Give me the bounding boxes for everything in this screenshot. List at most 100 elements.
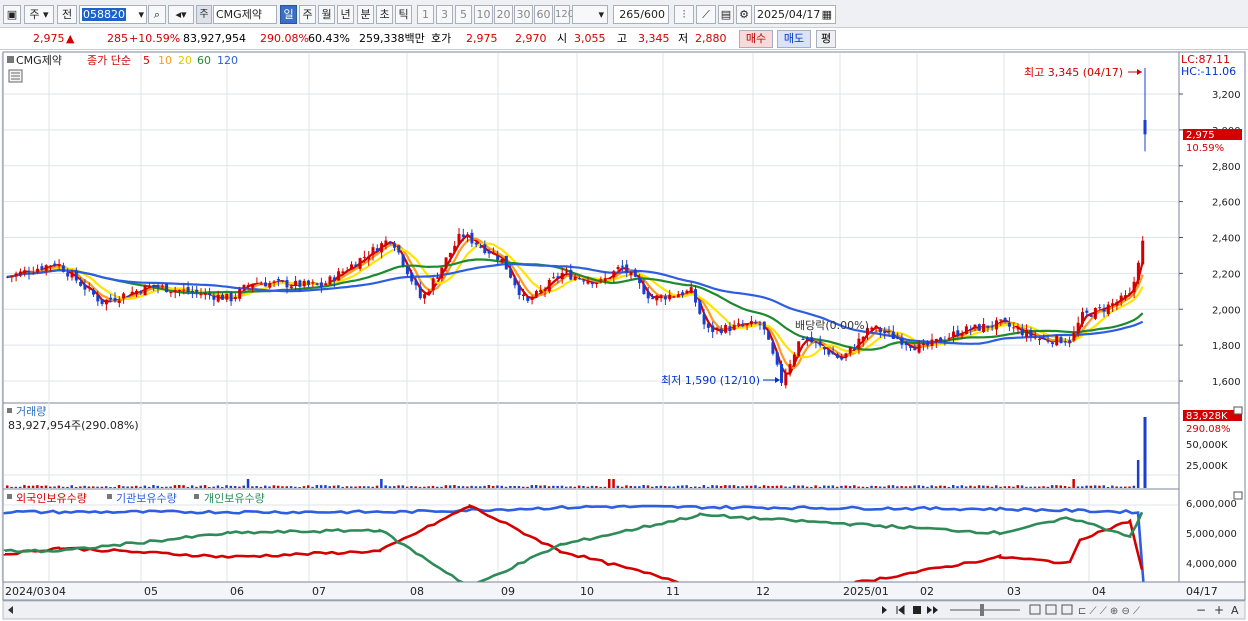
candle-body bbox=[694, 289, 697, 303]
candle-body bbox=[195, 289, 199, 293]
gear-icon[interactable]: ⚙ bbox=[736, 5, 752, 24]
candle-body bbox=[767, 331, 771, 340]
save-icon[interactable]: ▤ bbox=[718, 5, 734, 24]
volume-panel-close-icon[interactable] bbox=[1233, 406, 1243, 415]
volume-bar bbox=[500, 485, 503, 488]
bottom-scrollbar[interactable] bbox=[2, 600, 1246, 620]
font-size-icon[interactable]: A bbox=[1231, 604, 1239, 617]
volume-bar bbox=[565, 486, 568, 488]
candle-body bbox=[315, 283, 319, 285]
volume-bar bbox=[160, 486, 164, 488]
buy-button[interactable]: 매수 bbox=[739, 30, 773, 48]
prev-button[interactable]: 전 bbox=[57, 5, 77, 24]
volume-bar bbox=[487, 485, 491, 488]
x-axis-label: 2024/03 bbox=[5, 585, 51, 598]
candle-body bbox=[500, 258, 504, 263]
volume-bar bbox=[1016, 485, 1019, 488]
interval-30-button[interactable]: 30 bbox=[514, 5, 533, 24]
candle-body bbox=[307, 280, 310, 285]
period-minute-tab[interactable]: 분 bbox=[357, 5, 374, 24]
candle-body bbox=[350, 264, 353, 270]
candle-body bbox=[405, 266, 409, 275]
candle-body bbox=[921, 343, 925, 345]
stop-icon[interactable] bbox=[913, 606, 921, 614]
candle-body bbox=[135, 290, 138, 295]
volume-bar bbox=[573, 486, 577, 488]
volume-bar bbox=[18, 486, 22, 488]
quote-bar: 2,975 ▲ 285 +10.59% 83,927,954 290.08% 6… bbox=[0, 28, 1248, 50]
interval-5-button[interactable]: 5 bbox=[455, 5, 472, 24]
period-week-tab[interactable]: 주 bbox=[299, 5, 316, 24]
period-second-tab[interactable]: 초 bbox=[376, 5, 393, 24]
candle-body bbox=[801, 338, 805, 340]
period-day-tab[interactable]: 일 bbox=[280, 5, 297, 24]
period-month-tab[interactable]: 월 bbox=[318, 5, 335, 24]
volume-bar bbox=[1098, 485, 1101, 488]
zoom-in-icon[interactable]: + bbox=[1214, 603, 1224, 617]
interval-3-button[interactable]: 3 bbox=[436, 5, 453, 24]
volume-bar bbox=[130, 486, 134, 488]
candle-body bbox=[534, 291, 538, 297]
volume-bar bbox=[620, 486, 624, 488]
sell-button[interactable]: 매도 bbox=[777, 30, 811, 48]
data-count-input[interactable]: 265/600 bbox=[613, 5, 669, 24]
volume-bar bbox=[952, 485, 955, 488]
stock-code-input[interactable]: 058820 ▾ bbox=[79, 5, 147, 24]
candle-body bbox=[70, 272, 74, 278]
eval-button[interactable]: 평 bbox=[816, 30, 836, 48]
holding-panel-close-icon[interactable] bbox=[1233, 491, 1243, 500]
interval-20-button[interactable]: 20 bbox=[494, 5, 513, 24]
stock-chart[interactable]: CMG제약 종가 단순 5 10 20 60 120 최고 3,345 (04/… bbox=[0, 51, 1248, 621]
volume-bar bbox=[711, 485, 714, 488]
volume-bar bbox=[311, 486, 314, 488]
volume-bar bbox=[651, 486, 654, 488]
volume-bar bbox=[418, 486, 422, 488]
x-axis-label: 04 bbox=[1092, 585, 1106, 598]
chart-layout-icon[interactable]: ▣ bbox=[3, 5, 21, 24]
period-year-tab[interactable]: 년 bbox=[337, 5, 354, 24]
volume-bar bbox=[646, 485, 650, 488]
candle-body bbox=[887, 330, 891, 332]
date-input[interactable]: 2025/04/17 ▦ bbox=[754, 5, 836, 24]
last-volume-bar bbox=[1143, 417, 1147, 488]
candle-body bbox=[375, 248, 379, 252]
market-type-dropdown[interactable]: 주 ▾ bbox=[24, 5, 54, 24]
interval-60-button[interactable]: 60 bbox=[534, 5, 553, 24]
volume-bar bbox=[27, 485, 30, 488]
code-dropdown-icon[interactable]: ▾ bbox=[138, 6, 146, 23]
calendar-icon[interactable]: ▦ bbox=[822, 6, 835, 23]
interval-dropdown[interactable]: ▾ bbox=[572, 5, 608, 24]
candle-body bbox=[913, 348, 917, 351]
candle-body bbox=[294, 280, 298, 286]
line-tool-icon[interactable]: ⟋ bbox=[696, 5, 716, 24]
draw-tools-icons[interactable]: ⊏ ⟋ ⟋ ⊕ ⊖ ⟋ bbox=[1078, 606, 1140, 617]
volume-bar bbox=[977, 485, 981, 488]
candle-body bbox=[590, 282, 594, 285]
sound-icon[interactable]: ◂▾ bbox=[168, 5, 194, 24]
volume-bar bbox=[1003, 486, 1007, 488]
volume-bar bbox=[358, 486, 362, 488]
candle-type-icon[interactable]: ⫶ bbox=[674, 5, 694, 24]
candle-body bbox=[926, 341, 930, 346]
zoom-out-icon[interactable]: − bbox=[1196, 603, 1206, 617]
volume-bar bbox=[221, 486, 224, 488]
interval-120-button[interactable]: 120 bbox=[554, 5, 574, 24]
interval-1-button[interactable]: 1 bbox=[417, 5, 434, 24]
volume-bar bbox=[276, 485, 280, 488]
volume-bar bbox=[289, 486, 293, 488]
volume-bar bbox=[14, 486, 18, 488]
volume-bar bbox=[272, 485, 276, 488]
volume-bar bbox=[904, 486, 908, 488]
candle-body bbox=[883, 330, 887, 334]
search-icon[interactable]: ⌕ bbox=[148, 5, 166, 24]
volume-bar bbox=[315, 485, 319, 488]
volume-bar bbox=[410, 486, 413, 488]
zoom-slider-handle[interactable] bbox=[980, 604, 984, 616]
volume-bar bbox=[913, 485, 916, 488]
bid-label: 호가 bbox=[431, 32, 452, 45]
volume-bar bbox=[861, 486, 865, 488]
period-tick-tab[interactable]: 틱 bbox=[395, 5, 412, 24]
candle-body bbox=[1072, 332, 1076, 341]
interval-10-button[interactable]: 10 bbox=[474, 5, 493, 24]
volume-bar bbox=[1042, 486, 1045, 488]
